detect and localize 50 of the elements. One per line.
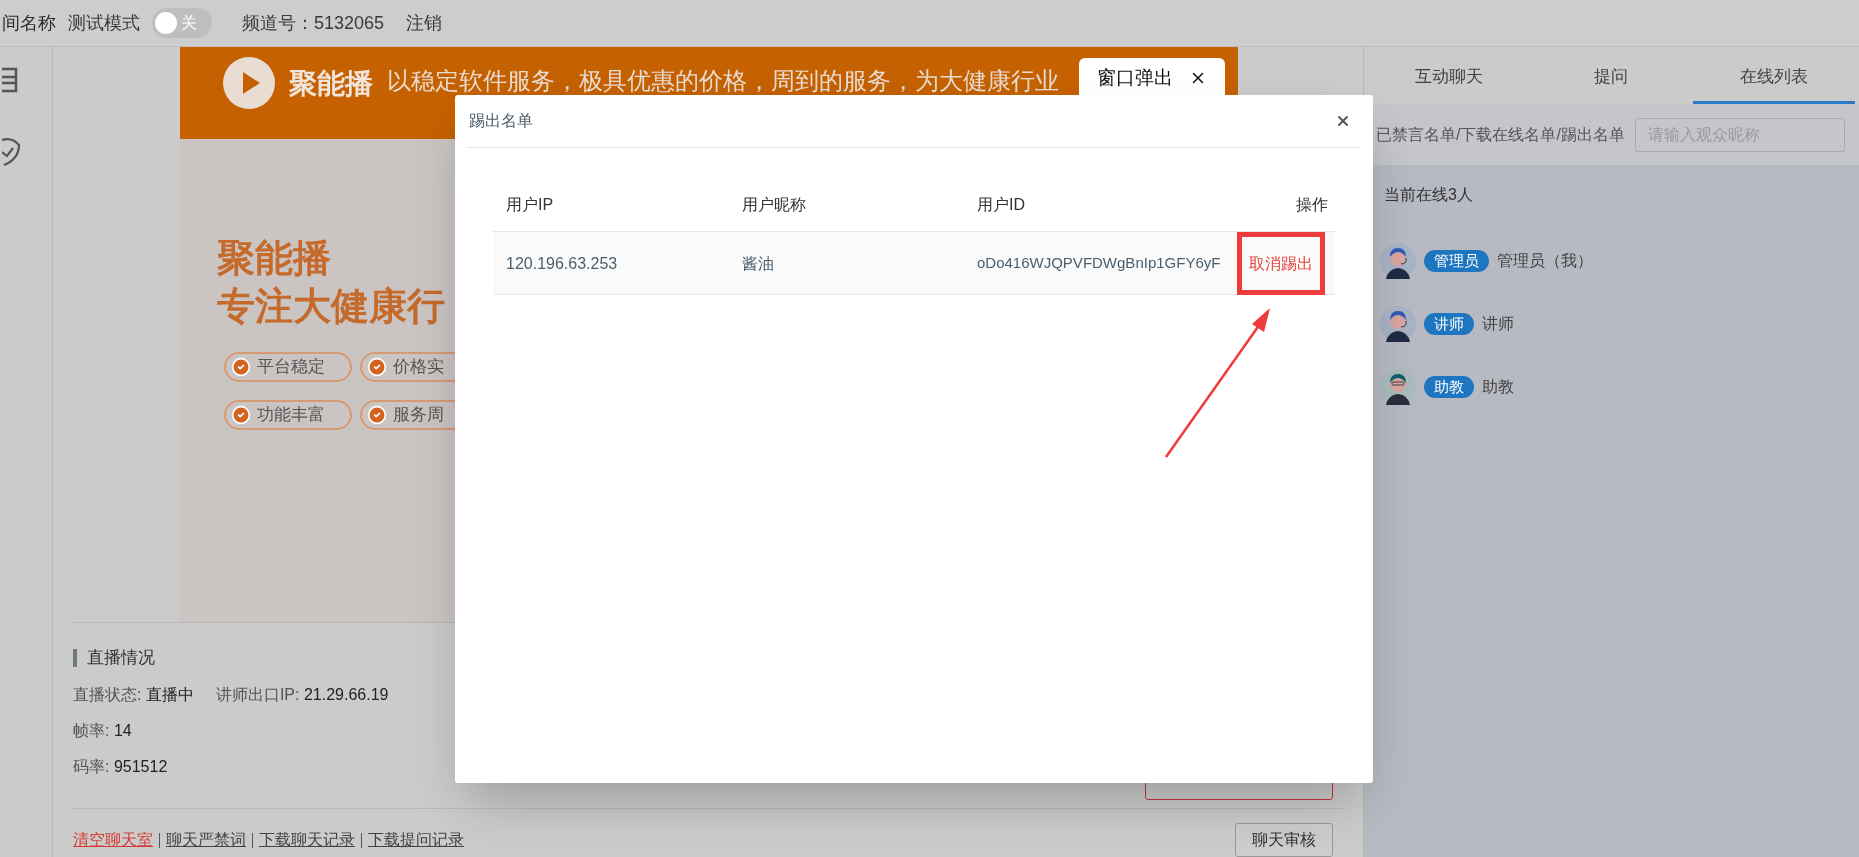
avatar-icon	[1380, 368, 1416, 405]
check-icon	[231, 357, 251, 377]
check-icon	[231, 405, 251, 425]
check-icon	[367, 357, 387, 377]
user-name: 助教	[1482, 376, 1514, 397]
status-field: 帧率: 14	[73, 718, 132, 743]
table-cell-text: 120.196.63.253	[505, 253, 619, 274]
feature-pill: 功能丰富	[224, 400, 352, 430]
dialog-title: 踢出名单	[469, 111, 533, 131]
room-name: 间名称	[2, 11, 56, 35]
user-name: 讲师	[1482, 313, 1514, 334]
avatar-icon	[1380, 305, 1416, 342]
logout-link[interactable]: 注销	[406, 9, 443, 37]
popup-tab[interactable]: 窗口弹出	[1079, 58, 1225, 98]
bottom-link[interactable]: 下载聊天记录	[259, 828, 355, 852]
shield-check-icon	[2, 137, 20, 167]
role-badge: 管理员	[1424, 249, 1489, 272]
cancel-kick-link[interactable]: 取消踢出	[1237, 232, 1325, 295]
user-name: 管理员（我）	[1497, 250, 1593, 271]
panel-tab[interactable]: 互动聊天	[1368, 47, 1531, 104]
banner-headline: 聚能播	[217, 236, 331, 281]
panel-tab[interactable]: 提问	[1530, 47, 1693, 104]
logo-icon	[223, 57, 275, 109]
banner-slogan: 以稳定软件服务，极具优惠的价格，周到的服务，为大健康行业	[387, 66, 1059, 96]
check-icon	[367, 405, 387, 425]
test-mode-label: 测试模式	[68, 11, 140, 35]
feature-pill: 平台稳定	[224, 352, 352, 382]
list-links[interactable]: 已禁言名单/下载在线名单/踢出名单	[1376, 122, 1625, 147]
role-badge: 助教	[1424, 375, 1474, 398]
banner-headline: 专注大健康行	[217, 284, 445, 329]
column-header: 用户IP	[505, 194, 555, 215]
document-icon	[2, 67, 20, 93]
channel-number: 频道号：5132065	[242, 11, 385, 35]
table-cell-text: oDo416WJQPVFDWgBnIp1GFY6yF	[976, 253, 1222, 274]
column-header: 操作	[1295, 194, 1329, 215]
close-icon[interactable]	[1335, 113, 1351, 129]
column-header: 用户ID	[976, 194, 1026, 215]
online-count: 当前在线3人	[1384, 185, 1474, 205]
section-title: 直播情况	[87, 647, 155, 670]
column-header: 用户昵称	[741, 194, 807, 215]
chat-review-button[interactable]: 聊天审核	[1235, 823, 1333, 857]
status-field: 码率: 951512	[73, 754, 168, 779]
bottom-link[interactable]: 下载提问记录	[368, 828, 464, 852]
status-field: 直播状态: 直播中	[73, 682, 194, 707]
table-cell-text: 酱油	[741, 253, 775, 274]
bottom-link[interactable]: 聊天严禁词	[166, 828, 246, 852]
avatar-icon	[1380, 242, 1416, 279]
role-badge: 讲师	[1424, 312, 1474, 335]
status-field: 讲师出口IP: 21.29.66.19	[215, 682, 389, 707]
brand-name: 聚能播	[289, 67, 373, 101]
